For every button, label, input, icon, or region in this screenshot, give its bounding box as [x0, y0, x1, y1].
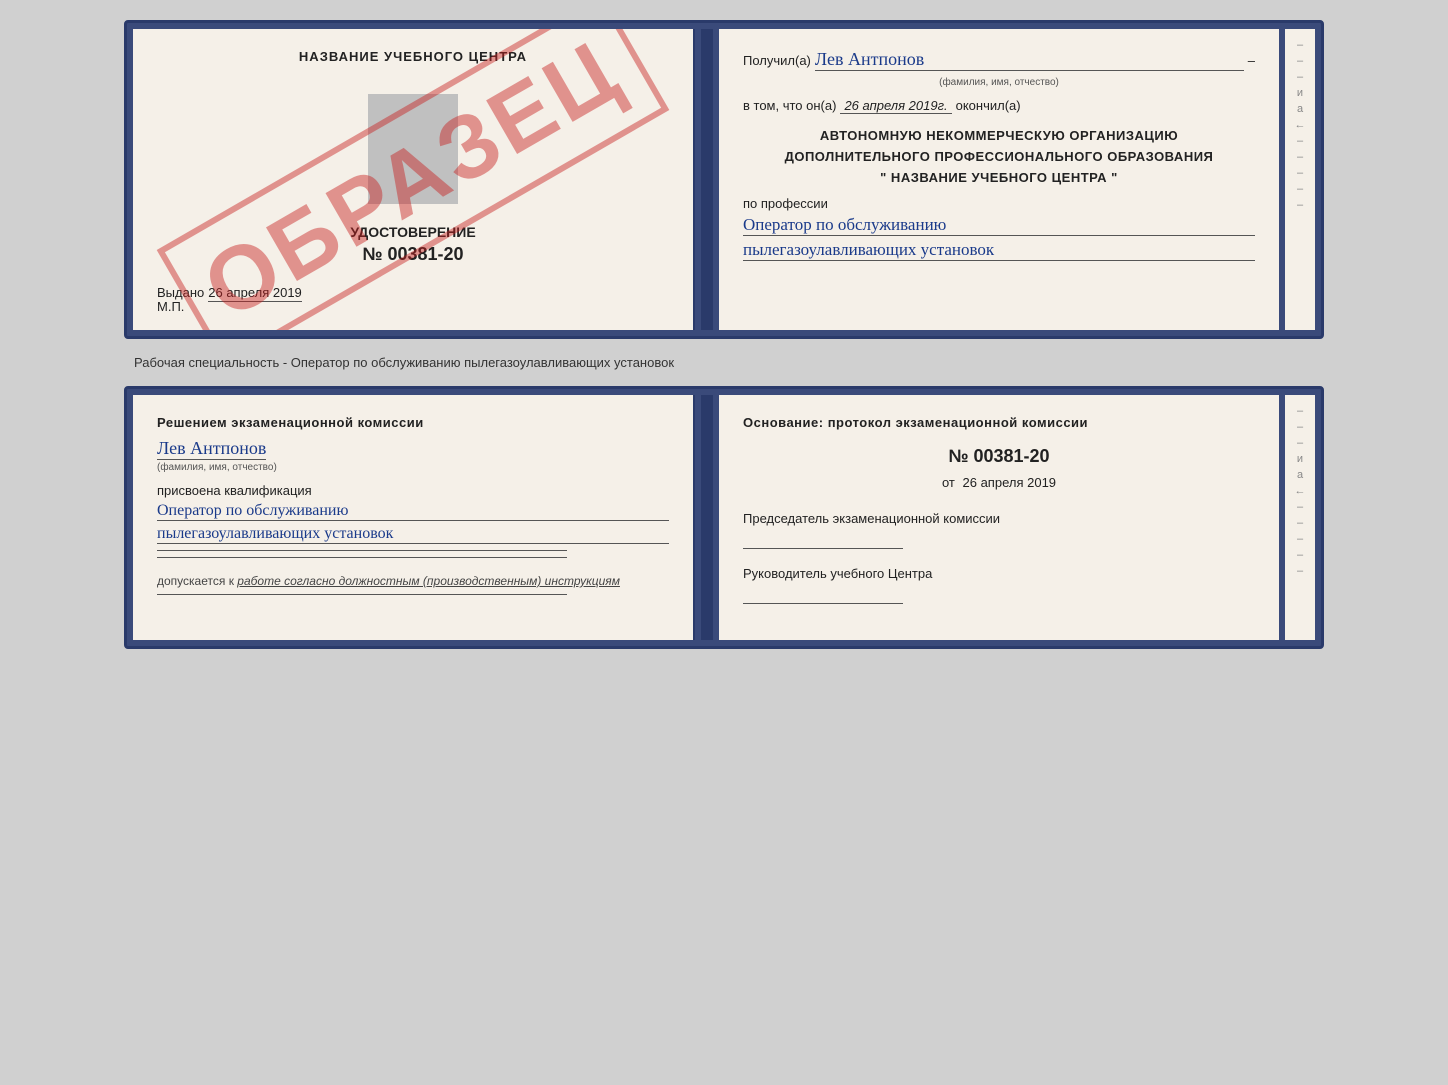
chairman-signature-line — [743, 548, 903, 549]
completion-date: 26 апреля 2019г. — [840, 98, 951, 114]
chairman-label: Председатель экзаменационной комиссии — [743, 510, 1255, 528]
work-admission-prefix: допускается к — [157, 574, 234, 588]
bottom-book-spine — [701, 395, 713, 640]
document-container: НАЗВАНИЕ УЧЕБНОГО ЦЕНТРА ОБРАЗЕЦ УДОСТОВ… — [124, 20, 1324, 649]
right-margin-bottom: – – – и а ← – – – – – — [1285, 395, 1315, 640]
protocol-date-value: 26 апреля 2019 — [963, 475, 1057, 490]
blank-line-1 — [157, 550, 567, 551]
blank-line-2 — [157, 557, 567, 558]
issued-date-value: 26 апреля 2019 — [208, 285, 302, 302]
issued-date-row: Выдано 26 апреля 2019 — [157, 285, 669, 302]
profession-label: по профессии — [743, 196, 1255, 211]
org-line2: ДОПОЛНИТЕЛЬНОГО ПРОФЕССИОНАЛЬНОГО ОБРАЗО… — [743, 147, 1255, 168]
basis-title: Основание: протокол экзаменационной коми… — [743, 415, 1255, 430]
commission-title: Решением экзаменационной комиссии — [157, 415, 669, 430]
chairman-block: Председатель экзаменационной комиссии — [743, 510, 1255, 549]
qualification-line2: пылегазоулавливающих установок — [157, 525, 669, 544]
profession-line1: Оператор по обслуживанию — [743, 215, 1255, 236]
profession-line2: пылегазоулавливающих установок — [743, 240, 1255, 261]
dash-after-name: – — [1248, 53, 1255, 68]
director-label: Руководитель учебного Центра — [743, 565, 1255, 583]
book-spine — [701, 29, 713, 330]
org-block: АВТОНОМНУЮ НЕКОММЕРЧЕСКУЮ ОРГАНИЗАЦИЮ ДО… — [743, 126, 1255, 188]
qualification-line1: Оператор по обслуживанию — [157, 502, 669, 521]
cert-number: № 00381-20 — [157, 244, 669, 265]
fio-hint-bottom: (фамилия, имя, отчество) — [157, 462, 669, 473]
top-right-page: Получил(а) Лев Антпонов – (фамилия, имя,… — [719, 29, 1279, 330]
photo-placeholder — [368, 94, 458, 204]
protocol-date-prefix: от — [942, 475, 955, 490]
right-margin-top: – – – и а ← – – – – – — [1285, 29, 1315, 330]
person-name-bottom: Лев Антпонов — [157, 438, 266, 460]
protocol-date: от 26 апреля 2019 — [743, 475, 1255, 490]
cert-type-label: УДОСТОВЕРЕНИЕ — [157, 224, 669, 240]
director-block: Руководитель учебного Центра — [743, 565, 1255, 604]
issued-label: Выдано — [157, 285, 204, 300]
mp-label: М.П. — [157, 299, 184, 314]
separator-text: Рабочая специальность - Оператор по обсл… — [134, 355, 674, 370]
received-label: Получил(а) — [743, 53, 811, 68]
work-admission: допускается к работе согласно должностны… — [157, 574, 669, 588]
org-line1: АВТОНОМНУЮ НЕКОММЕРЧЕСКУЮ ОРГАНИЗАЦИЮ — [743, 126, 1255, 147]
work-admission-value: работе согласно должностным (производств… — [237, 574, 620, 588]
director-signature-line — [743, 603, 903, 604]
school-name-title: НАЗВАНИЕ УЧЕБНОГО ЦЕНТРА — [157, 49, 669, 64]
org-line3: " НАЗВАНИЕ УЧЕБНОГО ЦЕНТРА " — [743, 168, 1255, 189]
date-prefix: в том, что он(а) — [743, 98, 836, 113]
bottom-right-page: Основание: протокол экзаменационной коми… — [719, 395, 1279, 640]
protocol-number: № 00381-20 — [743, 446, 1255, 467]
date-suffix: окончил(а) — [956, 98, 1021, 113]
top-certificate-book: НАЗВАНИЕ УЧЕБНОГО ЦЕНТРА ОБРАЗЕЦ УДОСТОВ… — [124, 20, 1324, 339]
qualification-label: присвоена квалификация — [157, 483, 669, 498]
completion-date-row: в том, что он(а) 26 апреля 2019г. окончи… — [743, 98, 1255, 114]
bottom-certificate-book: Решением экзаменационной комиссии Лев Ан… — [124, 386, 1324, 649]
recipient-row: Получил(а) Лев Антпонов – — [743, 49, 1255, 71]
top-left-page: НАЗВАНИЕ УЧЕБНОГО ЦЕНТРА ОБРАЗЕЦ УДОСТОВ… — [133, 29, 695, 330]
blank-line-3 — [157, 594, 567, 595]
bottom-left-page: Решением экзаменационной комиссии Лев Ан… — [133, 395, 695, 640]
recipient-name: Лев Антпонов — [815, 49, 1244, 71]
fio-hint-top: (фамилия, имя, отчество) — [743, 77, 1255, 88]
